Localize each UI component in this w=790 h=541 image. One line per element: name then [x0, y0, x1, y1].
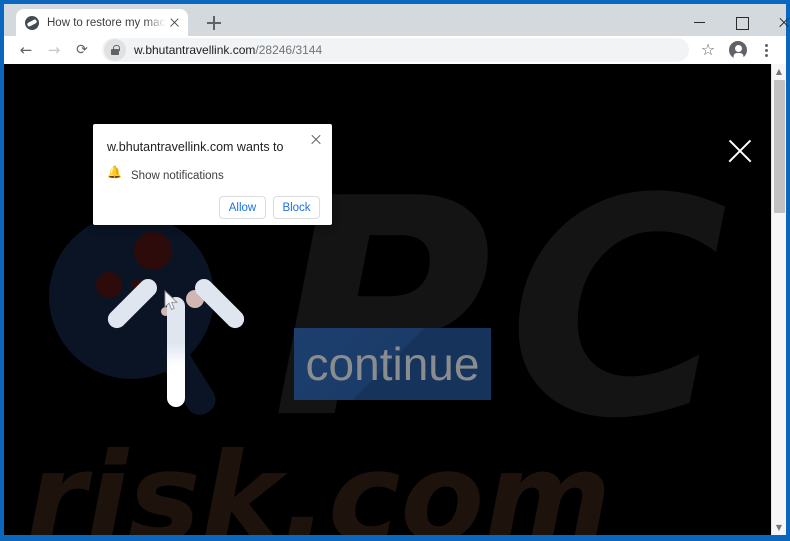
close-window-button[interactable]	[763, 8, 790, 36]
lock-icon	[111, 44, 120, 56]
continue-button-label: continue	[305, 338, 480, 390]
three-dot-menu-icon[interactable]	[753, 37, 779, 63]
reload-button[interactable]: ⟳	[68, 36, 96, 64]
scrollbar-thumb[interactable]	[774, 80, 785, 213]
close-page-icon[interactable]	[723, 134, 757, 168]
tab-title: How to restore my macbook air t	[47, 16, 166, 29]
url-path: /28246/3144	[255, 43, 323, 57]
notification-permission-dialog: w.bhutantravellink.com wants to Show not…	[93, 124, 332, 225]
browser-toolbar: ← → ⟳ w.bhutantravellink.com/28246/3144	[4, 36, 786, 64]
up-arrow-icon	[104, 267, 248, 407]
maximize-button[interactable]	[721, 8, 763, 36]
profile-avatar-icon[interactable]	[725, 37, 751, 63]
page-viewport: PC risk.com continue ▲ ▼ w.bhutantravell…	[4, 64, 786, 535]
back-arrow-icon: ←	[19, 41, 33, 59]
url-text: w.bhutantravellink.com/28246/3144	[134, 43, 322, 57]
watermark-logo: PC	[272, 135, 745, 484]
close-tab-icon[interactable]	[166, 15, 182, 31]
bookmark-star-icon[interactable]	[695, 37, 721, 63]
decorative-blob	[96, 272, 122, 298]
allow-button[interactable]: Allow	[219, 196, 266, 219]
permission-label: Show notifications	[131, 169, 224, 182]
back-button[interactable]: ←	[12, 36, 40, 64]
forward-button[interactable]: →	[40, 36, 68, 64]
scroll-down-arrow-icon[interactable]: ▼	[772, 520, 786, 535]
browser-tab[interactable]: How to restore my macbook air t	[16, 9, 188, 36]
site-info-button[interactable]	[104, 39, 126, 61]
close-dialog-icon[interactable]	[308, 131, 324, 147]
vertical-scrollbar[interactable]: ▲ ▼	[771, 64, 786, 535]
continue-button[interactable]: continue	[294, 328, 491, 400]
permission-row: Show notifications	[107, 165, 224, 183]
dialog-title: w.bhutantravellink.com wants to	[107, 140, 284, 154]
new-tab-button[interactable]	[202, 11, 226, 35]
scroll-up-arrow-icon[interactable]: ▲	[772, 64, 786, 79]
globe-icon	[25, 15, 39, 30]
url-domain: w.bhutantravellink.com	[134, 43, 256, 57]
browser-window: How to restore my macbook air t ← → ⟳ w.…	[0, 0, 790, 541]
block-button[interactable]: Block	[273, 196, 320, 219]
forward-arrow-icon: →	[47, 41, 61, 59]
tab-strip: How to restore my macbook air t	[4, 4, 786, 36]
mouse-cursor-icon	[164, 290, 179, 311]
watermark-site-text: risk.com	[26, 427, 612, 535]
minimize-button[interactable]	[679, 8, 721, 36]
decorative-blob	[134, 232, 172, 270]
reload-icon: ⟳	[76, 42, 88, 58]
bell-icon	[107, 165, 122, 183]
address-bar[interactable]: w.bhutantravellink.com/28246/3144	[102, 38, 689, 62]
